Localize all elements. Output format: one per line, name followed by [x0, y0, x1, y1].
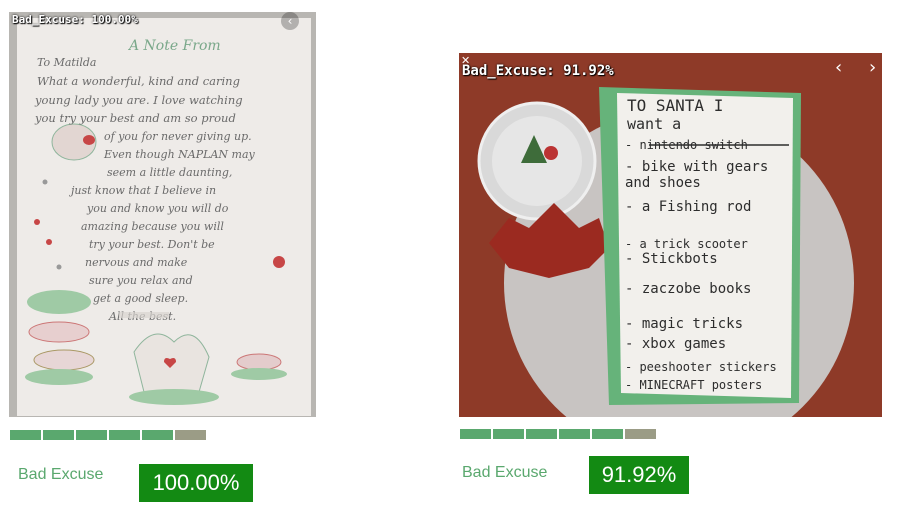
- chevron-left-icon[interactable]: ‹: [281, 12, 299, 30]
- confidence-segments: [460, 429, 656, 439]
- note-line: nervous and make: [85, 256, 188, 269]
- chevron-left-icon[interactable]: ‹: [835, 57, 842, 78]
- list-line: TO SANTA I: [627, 96, 723, 115]
- score-badge: 91.92%: [589, 456, 689, 494]
- note-line: seem a little daunting,: [107, 166, 232, 179]
- note-line: get a good sleep.: [93, 292, 188, 305]
- handwritten-note-image: A Note From To Matilda What a wonderful,…: [9, 12, 316, 417]
- detection-label: Bad_Excuse: 91.92%: [462, 63, 614, 79]
- result-card-2: TO SANTA I want a - nintendo switch - bi…: [450, 0, 897, 506]
- list-line: - a trick scooter: [625, 237, 748, 251]
- list-line: - a Fishing rod: [625, 199, 751, 215]
- confidence-segment: [592, 429, 623, 439]
- list-line: - peeshooter stickers: [625, 360, 777, 374]
- note-line: To Matilda: [37, 56, 96, 69]
- note-line: sure you relax and: [89, 274, 193, 287]
- list-line: - zaczobe books: [625, 281, 751, 297]
- list-line: - MINECRAFT posters: [625, 378, 762, 392]
- confidence-segment: [526, 429, 557, 439]
- list-line: - bike with gears: [625, 159, 768, 175]
- confidence-segment: [43, 430, 74, 440]
- confidence-segment: [76, 430, 107, 440]
- note-line: Even though NAPLAN may: [103, 148, 255, 161]
- note-line: of you for never giving up.: [104, 130, 252, 143]
- chevron-right-icon[interactable]: ›: [869, 57, 876, 78]
- list-line: - Stickbots: [625, 251, 718, 267]
- list-line: and shoes: [625, 175, 701, 191]
- detection-label: Bad_Excuse: 100.00%: [12, 13, 138, 26]
- note-line: young lady you are. I love watching: [34, 93, 243, 107]
- confidence-segment: [10, 430, 41, 440]
- confidence-segment: [109, 430, 140, 440]
- note-line: you try your best and am so proud: [34, 111, 236, 125]
- note-line: What a wonderful, kind and caring: [37, 74, 240, 88]
- list-line: - xbox games: [625, 336, 726, 352]
- class-label: Bad Excuse: [462, 464, 548, 481]
- confidence-segment: [175, 430, 206, 440]
- result-image-1[interactable]: A Note From To Matilda What a wonderful,…: [9, 12, 316, 417]
- class-label: Bad Excuse: [18, 466, 104, 483]
- confidence-segments: [10, 430, 206, 440]
- note-heading: A Note From: [127, 38, 221, 54]
- note-line: just know that I believe in: [68, 184, 216, 197]
- note-line: try your best. Don't be: [89, 238, 215, 251]
- result-card-1: A Note From To Matilda What a wonderful,…: [0, 0, 330, 506]
- list-line: - magic tricks: [625, 316, 743, 332]
- note-line: amazing because you will: [81, 220, 224, 233]
- confidence-segment: [625, 429, 656, 439]
- confidence-segment: [460, 429, 491, 439]
- confidence-segment: [493, 429, 524, 439]
- note-line: you and know you will do: [86, 202, 229, 215]
- confidence-segment: [559, 429, 590, 439]
- result-image-2[interactable]: TO SANTA I want a - nintendo switch - bi…: [459, 53, 882, 417]
- confidence-segment: [142, 430, 173, 440]
- list-line: want a: [627, 115, 681, 133]
- score-badge: 100.00%: [139, 464, 253, 502]
- santa-list-image: TO SANTA I want a - nintendo switch - bi…: [459, 53, 882, 417]
